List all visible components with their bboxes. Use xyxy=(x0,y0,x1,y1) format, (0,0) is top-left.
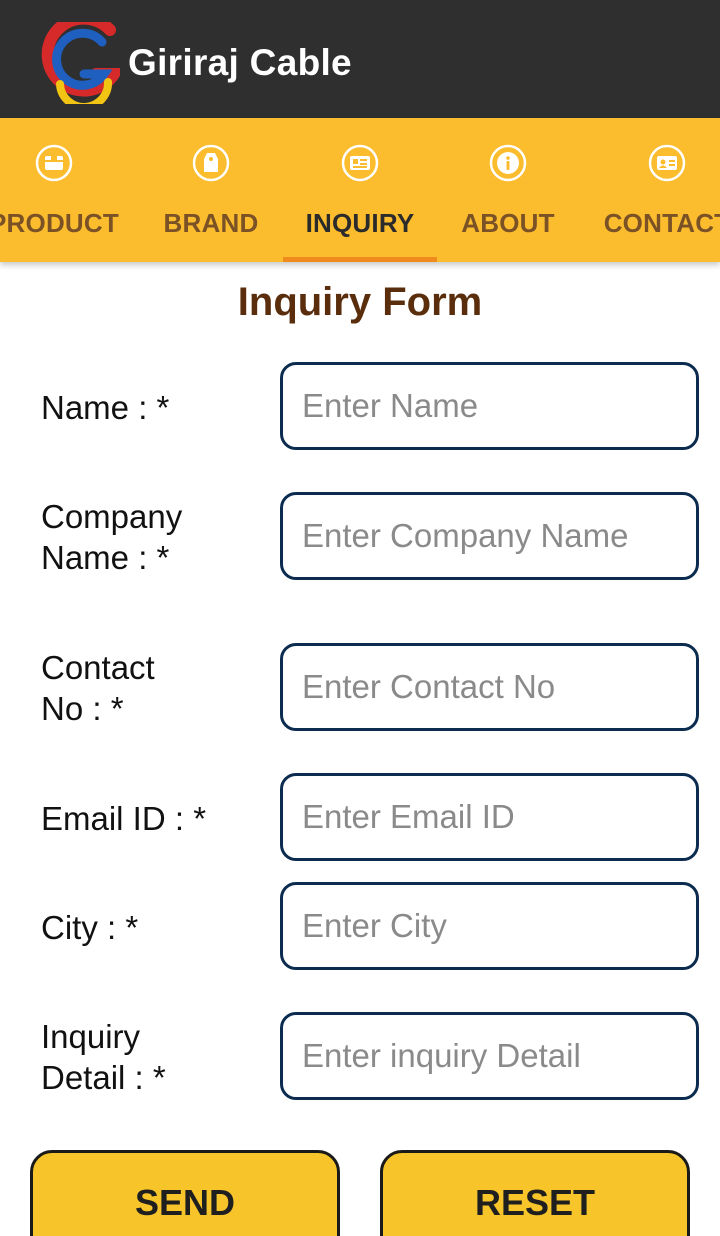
inquiry-detail-input[interactable] xyxy=(280,1012,699,1100)
contact-no-input[interactable] xyxy=(280,643,699,731)
name-label-line1: Name : * xyxy=(41,389,170,426)
email-id-label: Email ID : * xyxy=(41,798,271,839)
app-bar: Giriraj Cable xyxy=(0,0,720,118)
contact-no-label-line1: Contact xyxy=(41,649,155,686)
contact-card-icon xyxy=(648,144,686,182)
tab-brand-label: BRAND xyxy=(163,208,259,238)
info-icon xyxy=(489,144,527,182)
tab-contact[interactable]: CONTACT xyxy=(590,118,720,262)
tab-product[interactable]: PRODUCT xyxy=(0,118,131,262)
inquiry-detail-label-line2: Detail : * xyxy=(41,1059,166,1096)
tab-product-label: PRODUCT xyxy=(0,208,119,238)
company-name-label: Company Name : * xyxy=(41,496,271,578)
city-label: City : * xyxy=(41,907,271,948)
send-button[interactable]: SEND xyxy=(30,1150,340,1236)
name-label: Name : * xyxy=(41,387,271,428)
tab-brand[interactable]: BRAND xyxy=(134,118,288,262)
tab-bar: PRODUCT BRAND INQUIRY ABOUT CONTACT xyxy=(0,118,720,262)
tab-contact-label: CONTACT xyxy=(603,208,720,238)
reset-button[interactable]: RESET xyxy=(380,1150,690,1236)
contact-no-label-line2: No : * xyxy=(41,690,124,727)
brand-tag-icon xyxy=(192,144,230,182)
tab-about[interactable]: ABOUT xyxy=(431,118,585,262)
form-title: Inquiry Form xyxy=(237,280,483,324)
email-id-input[interactable] xyxy=(280,773,699,861)
active-tab-indicator xyxy=(283,257,437,262)
tab-inquiry[interactable]: INQUIRY xyxy=(283,118,437,262)
tab-inquiry-label: INQUIRY xyxy=(305,208,415,238)
company-name-input[interactable] xyxy=(280,492,699,580)
inquiry-card-icon xyxy=(341,144,379,182)
inquiry-detail-label-line1: Inquiry xyxy=(41,1018,141,1055)
app-screen: Giriraj Cable PRODUCT BRAND INQUIRY ABOU… xyxy=(0,0,720,1236)
giriraj-logo-icon xyxy=(41,22,120,104)
city-label-line1: City : * xyxy=(41,909,139,946)
city-input[interactable] xyxy=(280,882,699,970)
inquiry-detail-label: Inquiry Detail : * xyxy=(41,1016,271,1098)
product-box-icon xyxy=(35,144,73,182)
app-title: Giriraj Cable xyxy=(128,42,352,83)
email-id-label-line1: Email ID : * xyxy=(41,800,207,837)
contact-no-label: Contact No : * xyxy=(41,647,271,729)
company-name-label-line2: Name : * xyxy=(41,539,170,576)
tab-about-label: ABOUT xyxy=(461,208,555,238)
name-input[interactable] xyxy=(280,362,699,450)
company-name-label-line1: Company xyxy=(41,498,183,535)
